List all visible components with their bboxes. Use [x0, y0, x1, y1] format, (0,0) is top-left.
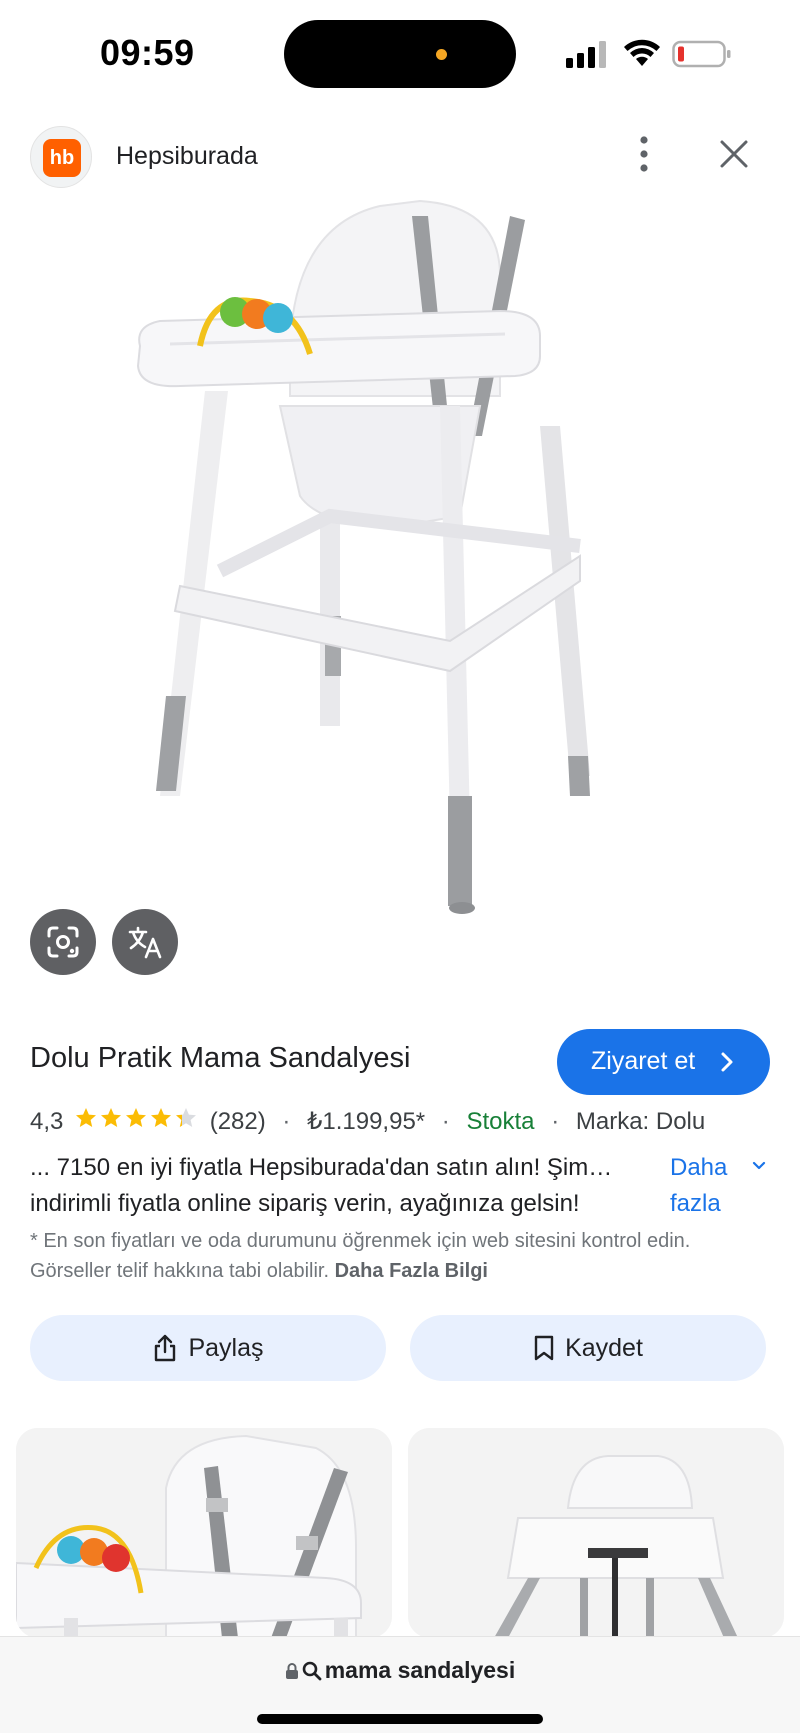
- product-description: ... 7150 en iyi fiyatla Hepsiburada'dan …: [30, 1150, 666, 1222]
- more-options-button[interactable]: [624, 132, 664, 176]
- search-query-field[interactable]: mama sandalyesi: [0, 1657, 800, 1684]
- google-lens-button[interactable]: [30, 909, 96, 975]
- related-image-card[interactable]: [408, 1428, 784, 1638]
- close-button[interactable]: [712, 132, 756, 176]
- separator-dot: ·: [441, 1107, 450, 1135]
- description-line: ... 7150 en iyi fiyatla Hepsiburada'dan …: [30, 1154, 613, 1181]
- share-button[interactable]: Paylaş: [30, 1315, 386, 1381]
- status-bar: 09:59: [0, 0, 800, 108]
- review-count: (282): [209, 1107, 266, 1135]
- star-icon: [126, 1108, 147, 1127]
- save-label: Kaydet: [565, 1333, 643, 1362]
- chevron-down-icon[interactable]: [752, 1160, 766, 1172]
- price: ₺1.199,95*: [307, 1108, 426, 1135]
- home-indicator[interactable]: [257, 1714, 543, 1724]
- visit-label: Ziyaret et: [591, 1047, 696, 1075]
- share-label: Paylaş: [188, 1333, 264, 1362]
- site-name[interactable]: Hepsiburada: [116, 142, 258, 171]
- privacy-indicator-dot: [436, 49, 447, 60]
- related-image-high-chair: [16, 1428, 392, 1638]
- bottom-address-bar[interactable]: mama sandalyesi: [0, 1636, 800, 1733]
- google-lens-icon: [47, 926, 79, 958]
- more-vert-icon: [640, 136, 648, 172]
- related-image-card[interactable]: [16, 1428, 392, 1638]
- description-line: indirimli fiyatla online sipariş verin, …: [30, 1190, 580, 1217]
- rating-stars: [74, 1106, 199, 1137]
- visit-site-button[interactable]: Ziyaret et: [557, 1029, 770, 1095]
- translate-button[interactable]: [112, 909, 178, 975]
- product-image-high-chair[interactable]: [120, 196, 680, 1016]
- star-icon: [176, 1108, 197, 1127]
- separator-dot: ·: [282, 1107, 291, 1135]
- source-header: hb Hepsiburada: [0, 118, 800, 198]
- wifi-icon: [624, 39, 660, 66]
- star-icon: [101, 1108, 122, 1127]
- status-time: 09:59: [100, 32, 195, 73]
- site-favicon[interactable]: hb: [30, 126, 92, 188]
- save-button[interactable]: Kaydet: [410, 1315, 766, 1381]
- related-image-high-chair: [408, 1428, 784, 1638]
- battery-icon: [672, 40, 731, 68]
- lock-icon: [285, 1662, 298, 1679]
- star-icon: [151, 1108, 172, 1127]
- disclaimer: * En son fiyatları ve oda durumunu öğren…: [30, 1226, 760, 1286]
- share-icon: [155, 1334, 176, 1362]
- chevron-right-icon: [721, 1052, 733, 1072]
- dynamic-island: [284, 20, 516, 88]
- more-info-link[interactable]: Daha Fazla Bilgi: [335, 1260, 488, 1282]
- rating-value: 4,3: [30, 1107, 64, 1135]
- stock-status: Stokta: [466, 1107, 535, 1135]
- product-title: Dolu Pratik Mama Sandalyesi: [30, 1042, 411, 1074]
- translate-icon: [128, 926, 162, 959]
- bookmark-icon: [534, 1335, 554, 1361]
- product-meta: 4,3 (282) · ₺1.199,95* · Stokta · Marka:…: [30, 1106, 705, 1137]
- cellular-signal-icon: [566, 41, 606, 68]
- search-query: mama sandalyesi: [324, 1657, 516, 1683]
- search-icon: [302, 1661, 322, 1680]
- star-icon: [76, 1108, 97, 1127]
- close-icon: [720, 140, 748, 168]
- brand: Marka: Dolu: [575, 1107, 706, 1135]
- separator-dot: ·: [551, 1107, 560, 1135]
- hepsiburada-logo: hb: [43, 139, 81, 177]
